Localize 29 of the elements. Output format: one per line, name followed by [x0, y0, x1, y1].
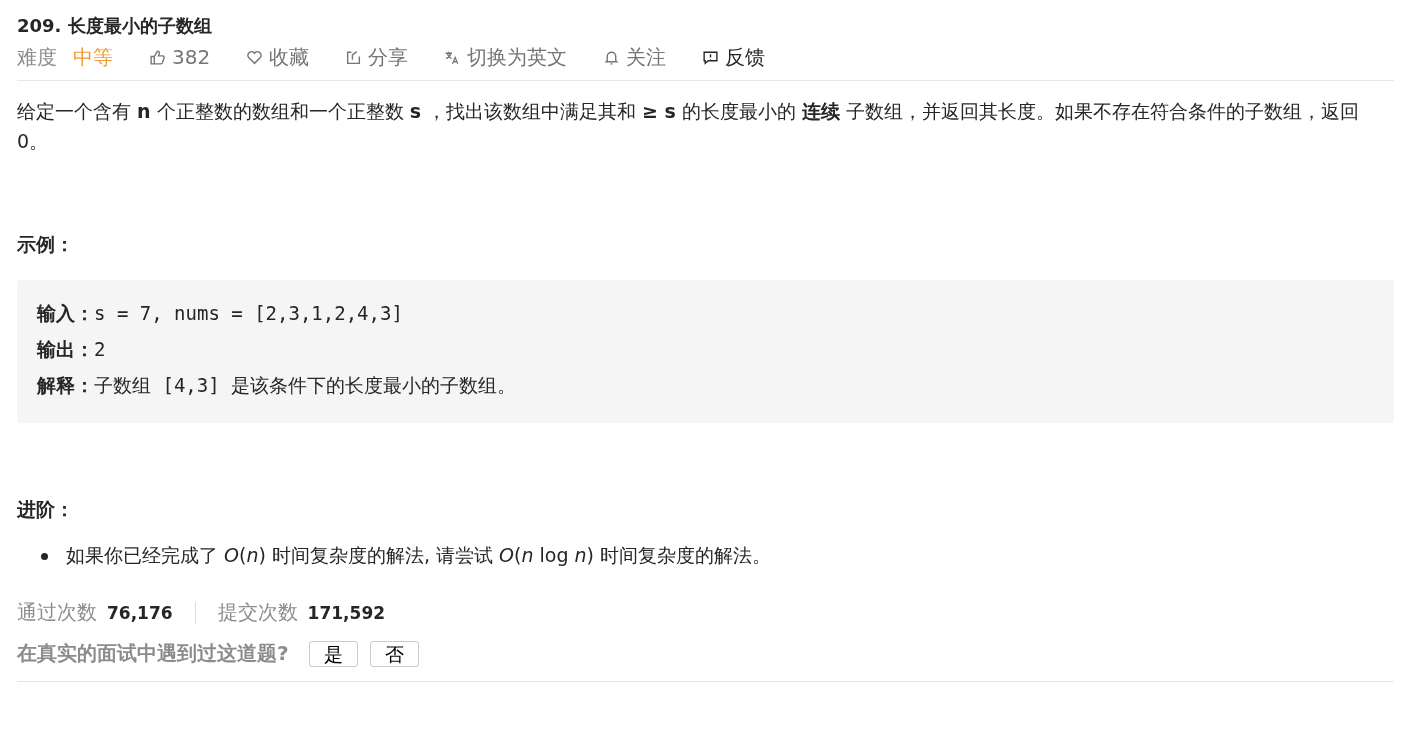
problem-title: 209. 长度最小的子数组	[17, 14, 213, 38]
problem-description: 给定一个含有 n 个正整数的数组和一个正整数 s ，找出该数组中满足其和 ≥ s 的长度最小的 连续 子数组，并返回其长度。如果不存在符合条件的子数组，返回 0。	[17, 99, 1361, 154]
bullet-icon	[41, 552, 48, 560]
action-button[interactable]: 切换为英文	[444, 43, 568, 71]
share-icon	[345, 48, 363, 66]
bell-icon	[603, 48, 621, 66]
action-button[interactable]: 收藏	[246, 43, 310, 71]
difficulty-label: 难度	[17, 43, 57, 71]
comment-icon	[702, 48, 720, 66]
answer-button[interactable]: 否	[369, 640, 419, 667]
difficulty-value: 中等	[73, 43, 113, 71]
advanced-item: 如果你已经完成了 O(n) 时间复杂度的解法, 请尝试 O(n log n) 时间复杂度的解法。	[66, 543, 772, 568]
thumbs-up-icon	[149, 48, 166, 66]
stat-value: 171,592	[307, 602, 386, 623]
answer-button[interactable]: 是	[308, 640, 358, 667]
heart-icon	[246, 48, 264, 66]
action-button[interactable]: 关注	[603, 43, 667, 71]
stat-label: 通过次数	[17, 599, 97, 626]
example-heading: 示例：	[17, 232, 75, 257]
action-button[interactable]: 反馈	[702, 43, 766, 71]
advanced-heading: 进阶：	[17, 497, 75, 522]
stat-label: 提交次数	[217, 599, 298, 626]
example-line: 输出：2	[37, 337, 107, 362]
example-line: 输入：s = 7, nums = [2,3,1,2,4,3]	[37, 301, 404, 326]
stat-value: 76,176	[107, 602, 173, 623]
example-line: 解释：子数组 [4,3] 是该条件下的长度最小的子数组。	[37, 373, 518, 398]
interview-question: 在真实的面试中遇到过这道题?	[17, 640, 289, 667]
action-button[interactable]: 分享	[345, 43, 409, 71]
action-button[interactable]: 382	[149, 45, 211, 69]
